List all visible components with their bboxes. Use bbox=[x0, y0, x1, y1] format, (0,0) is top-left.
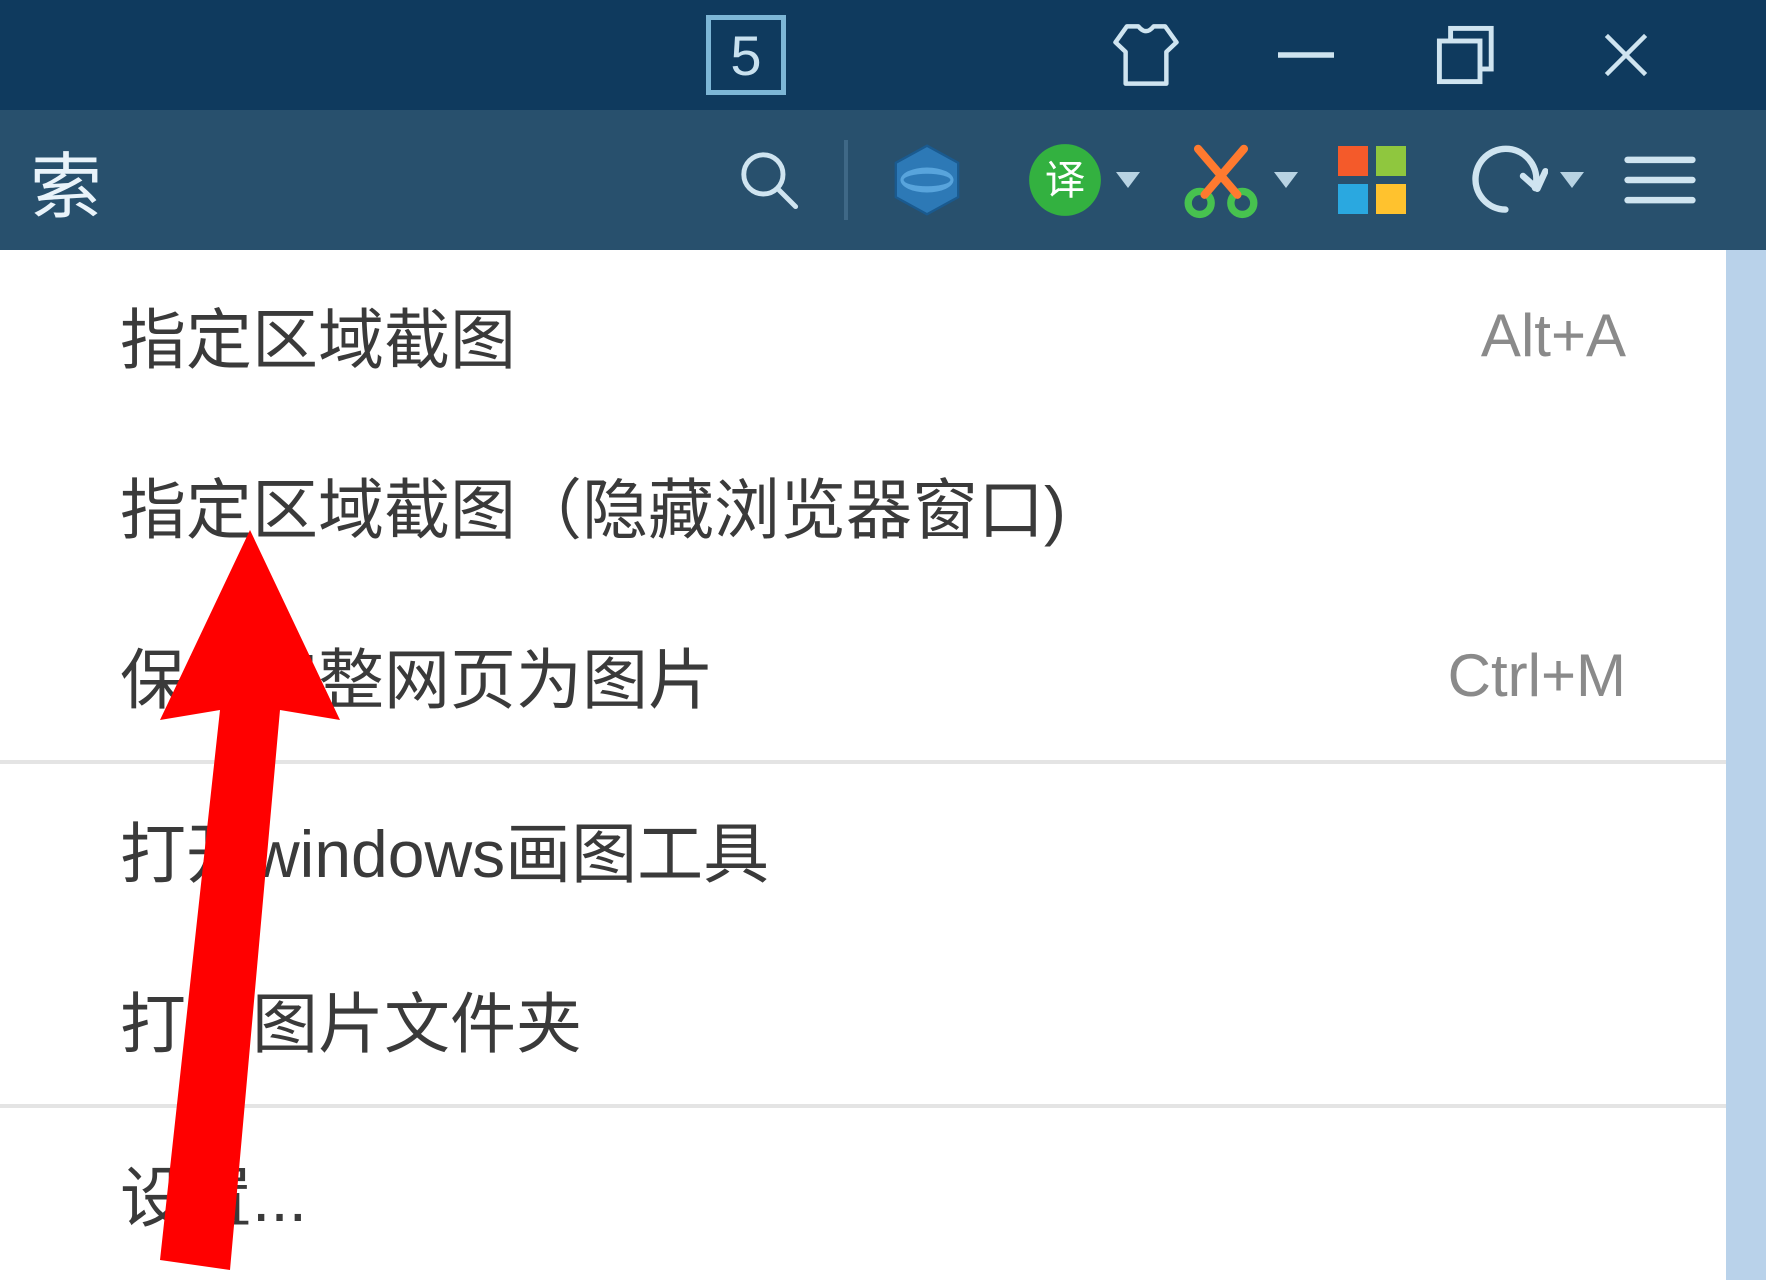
menu-item-open-image-folder[interactable]: 打开图片文件夹 bbox=[0, 934, 1726, 1104]
chevron-down-icon bbox=[1274, 172, 1298, 188]
menu-item-label: 保存完整网页为图片 bbox=[120, 627, 714, 723]
main-menu-button[interactable] bbox=[1594, 110, 1726, 250]
menu-item-open-mspaint[interactable]: 打开windows画图工具 bbox=[0, 764, 1726, 934]
menu-item-shortcut: Alt+A bbox=[1481, 301, 1626, 370]
menu-item-label: 指定区域截图 bbox=[120, 287, 516, 383]
search-button[interactable] bbox=[704, 110, 834, 250]
chevron-down-icon bbox=[1116, 172, 1140, 188]
browser-icon bbox=[888, 141, 966, 219]
notification-count: 5 bbox=[730, 23, 761, 88]
restore-icon bbox=[1431, 20, 1501, 90]
scissors-icon bbox=[1180, 139, 1262, 221]
title-bar: 5 bbox=[0, 0, 1766, 110]
notification-badge[interactable]: 5 bbox=[706, 15, 786, 95]
menu-item-label: 指定区域截图（隐藏浏览器窗口) bbox=[120, 457, 1066, 553]
scrollbar-track[interactable] bbox=[1726, 250, 1766, 1280]
menu-item-label: 打开图片文件夹 bbox=[120, 971, 582, 1067]
chevron-down-icon bbox=[1560, 172, 1584, 188]
translate-icon: 译 bbox=[1026, 141, 1104, 219]
minimize-icon bbox=[1271, 20, 1341, 90]
undo-icon bbox=[1466, 144, 1548, 216]
menu-item-save-page-image[interactable]: 保存完整网页为图片 Ctrl+M bbox=[0, 590, 1726, 760]
screenshot-menu: 指定区域截图 Alt+A 指定区域截图（隐藏浏览器窗口) 保存完整网页为图片 C… bbox=[0, 250, 1726, 1278]
close-button[interactable] bbox=[1546, 0, 1706, 110]
menu-item-capture-area[interactable]: 指定区域截图 Alt+A bbox=[0, 250, 1726, 420]
tiles-button[interactable] bbox=[1308, 110, 1436, 250]
skin-button[interactable] bbox=[1066, 0, 1226, 110]
restore-button[interactable] bbox=[1386, 0, 1546, 110]
toolbar-separator bbox=[844, 140, 848, 220]
hamburger-icon bbox=[1624, 149, 1696, 211]
menu-item-label: 设置... bbox=[120, 1145, 307, 1241]
close-icon bbox=[1598, 27, 1654, 83]
menu-item-shortcut: Ctrl+M bbox=[1448, 641, 1626, 710]
menu-item-label: 打开windows画图工具 bbox=[120, 801, 769, 897]
menu-item-settings[interactable]: 设置... bbox=[0, 1108, 1726, 1278]
screenshot-button[interactable] bbox=[1150, 110, 1308, 250]
browser-button[interactable] bbox=[858, 110, 996, 250]
translate-button[interactable]: 译 bbox=[996, 110, 1150, 250]
translate-glyph: 译 bbox=[1045, 158, 1086, 203]
search-icon bbox=[734, 145, 804, 215]
search-label: 索 bbox=[30, 128, 102, 233]
minimize-button[interactable] bbox=[1226, 0, 1386, 110]
menu-item-capture-area-hide[interactable]: 指定区域截图（隐藏浏览器窗口) bbox=[0, 420, 1726, 590]
app-root: 5 索 bbox=[0, 0, 1766, 1280]
toolbar: 索 译 bbox=[0, 110, 1766, 250]
tiles-icon bbox=[1338, 146, 1406, 214]
undo-button[interactable] bbox=[1436, 110, 1594, 250]
skin-icon bbox=[1111, 20, 1181, 90]
